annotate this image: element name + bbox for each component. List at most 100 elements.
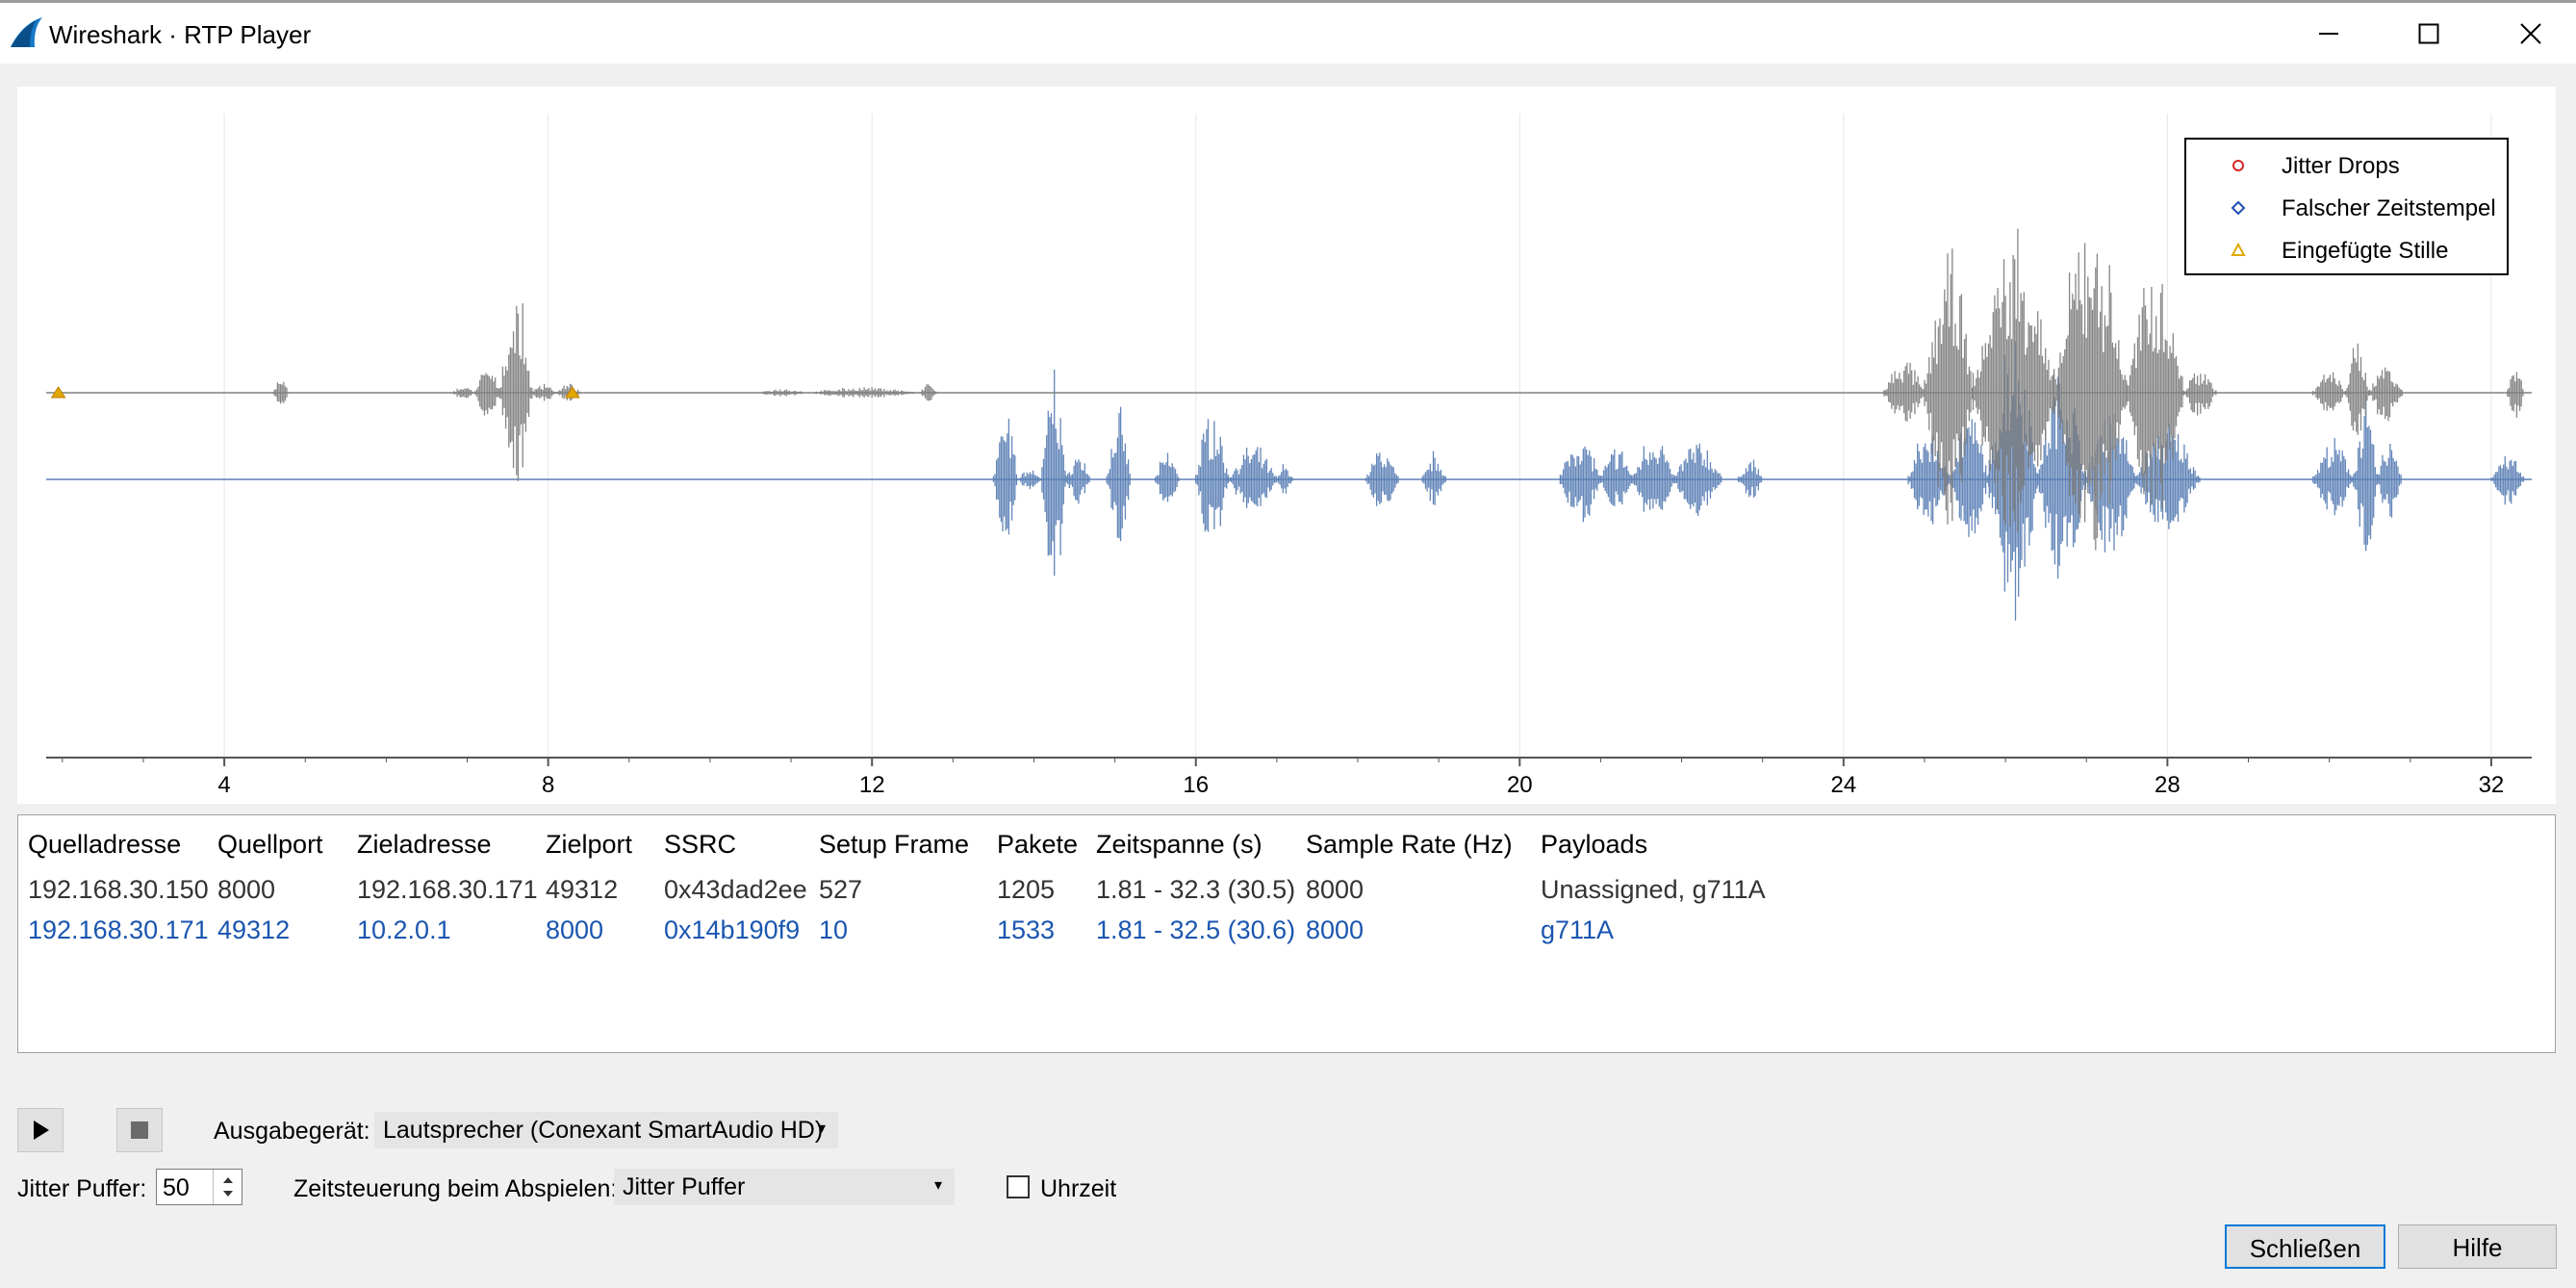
waveform-burst xyxy=(2507,372,2524,418)
table-cell: g711A xyxy=(1541,915,1615,944)
table-cell: 1.81 - 32.3 (30.5) xyxy=(1096,875,1296,904)
table-cell: 1.81 - 32.5 (30.6) xyxy=(1096,915,1296,944)
diamond-marker-icon xyxy=(2231,200,2246,216)
help-button[interactable]: Hilfe xyxy=(2398,1224,2557,1269)
maximize-icon xyxy=(2418,23,2439,44)
waveform-burst xyxy=(1227,447,1277,508)
chevron-down-icon: ▾ xyxy=(933,1177,942,1194)
wireshark-fin-icon xyxy=(11,17,42,47)
legend-label: Jitter Drops xyxy=(2282,153,2400,179)
output-device-label: Ausgabegerät: xyxy=(214,1118,370,1145)
table-cell: 192.168.30.171 xyxy=(28,915,209,944)
table-cell: 0x43dad2ee xyxy=(664,875,807,904)
waveform-plot[interactable]: 4 8 12 16 20 24 28 32 xyxy=(17,87,2556,804)
table-cell: 8000 xyxy=(217,875,276,904)
playback-timing-label: Zeitsteuerung beim Abspielen: xyxy=(293,1175,618,1202)
playback-timing-select[interactable]: Jitter Puffer ▾ xyxy=(614,1169,955,1205)
spin-arrows-icon xyxy=(223,1177,233,1197)
plot-legend: Jitter Drops Falscher Zeitstempel Eingef… xyxy=(2184,138,2509,275)
legend-item-wrong-timestamp: Falscher Zeitstempel xyxy=(2186,189,2509,227)
legend-label: Eingefügte Stille xyxy=(2282,238,2449,264)
waveform-burst xyxy=(1421,451,1446,505)
table-cell: Unassigned, g711A xyxy=(1541,875,1766,904)
legend-item-inserted-silence: Eingefügte Stille xyxy=(2186,231,2509,270)
x-tick-label: 4 xyxy=(217,772,230,798)
minimize-icon xyxy=(2319,33,2338,35)
table-cell: 8000 xyxy=(1306,875,1365,904)
column-header[interactable]: Quelladresse xyxy=(28,830,181,860)
jitter-buffer-label: Jitter Puffer: xyxy=(17,1175,147,1202)
spin-arrows[interactable] xyxy=(213,1170,242,1204)
x-tick-label: 16 xyxy=(1183,772,1209,798)
x-tick-label: 32 xyxy=(2479,772,2505,798)
table-cell: 49312 xyxy=(546,875,619,904)
playback-timing-value: Jitter Puffer xyxy=(623,1173,746,1200)
column-header[interactable]: Quellport xyxy=(217,830,323,860)
table-cell: 49312 xyxy=(217,915,291,944)
x-tick-label: 28 xyxy=(2155,772,2181,798)
waveform-burst xyxy=(1155,452,1180,502)
column-header[interactable]: Zieladresse xyxy=(357,830,492,860)
waveform-burst xyxy=(2344,343,2370,435)
waveform-burst xyxy=(1195,419,1229,532)
column-header[interactable]: Sample Rate (Hz) xyxy=(1306,830,1513,860)
x-tick-label: 8 xyxy=(542,772,554,798)
column-header[interactable]: Setup Frame xyxy=(819,830,969,860)
waveform-burst xyxy=(2182,373,2217,416)
x-tick-label: 20 xyxy=(1507,772,1533,798)
output-device-select[interactable]: Lautsprecher (Conexant SmartAudio HD) ▾ xyxy=(374,1112,838,1148)
waveform-burst xyxy=(1106,406,1131,542)
column-header[interactable]: Zielport xyxy=(546,830,632,860)
column-header[interactable]: Payloads xyxy=(1541,830,1647,860)
jitter-buffer-spinbox[interactable]: 50 xyxy=(156,1169,242,1205)
circle-marker-icon xyxy=(2232,160,2244,171)
triangle-marker-icon xyxy=(2231,242,2246,256)
table-cell: 10 xyxy=(819,915,849,944)
table-cell: 8000 xyxy=(546,915,604,944)
chevron-down-icon: ▾ xyxy=(817,1121,826,1137)
output-device-value: Lautsprecher (Conexant SmartAudio HD) xyxy=(383,1117,824,1144)
waveform-burst xyxy=(992,418,1018,535)
table-cell: 1533 xyxy=(997,915,1056,944)
waveform-svg[interactable]: 4 8 12 16 20 24 28 32 xyxy=(17,87,2556,804)
column-header[interactable]: Zeitspanne (s) xyxy=(1096,830,1262,860)
stop-icon xyxy=(131,1121,148,1139)
waveform-burst xyxy=(474,373,499,416)
minimize-button[interactable] xyxy=(2300,13,2358,55)
waveform-burst xyxy=(1041,370,1066,577)
stop-button[interactable] xyxy=(116,1108,163,1152)
waveform-burst xyxy=(2353,394,2378,552)
waveform-burst xyxy=(1907,435,1950,525)
waveform-burst xyxy=(2369,367,2403,422)
x-tick-label: 12 xyxy=(859,772,885,798)
table-cell: 0x14b190f9 xyxy=(664,915,801,944)
waveform-burst xyxy=(1559,447,1601,523)
close-button[interactable]: Schließen xyxy=(2225,1224,2385,1269)
table-cell: 1205 xyxy=(997,875,1056,904)
column-header[interactable]: SSRC xyxy=(664,830,736,860)
x-tick-label: 24 xyxy=(1830,772,1856,798)
stream-table[interactable]: Quelladresse Quellport Zieladresse Zielp… xyxy=(17,814,2556,1053)
table-cell: 8000 xyxy=(1306,915,1365,944)
title-bar: Wireshark · RTP Player xyxy=(0,0,2576,64)
close-window-button[interactable] xyxy=(2502,13,2560,55)
waveform-burst xyxy=(2490,455,2525,505)
legend-item-jitter-drops: Jitter Drops xyxy=(2186,146,2509,185)
waveform-burst xyxy=(1632,446,1674,512)
play-button[interactable] xyxy=(17,1108,64,1152)
table-cell: 192.168.30.150 xyxy=(28,875,209,904)
clock-time-checkbox[interactable] xyxy=(1007,1175,1030,1198)
close-icon xyxy=(2520,23,2541,44)
legend-label: Falscher Zeitstempel xyxy=(2282,195,2496,221)
clock-time-label[interactable]: Uhrzeit xyxy=(1040,1175,1116,1203)
play-icon xyxy=(34,1121,49,1140)
waveform-burst xyxy=(1737,459,1763,498)
waveform-burst xyxy=(2312,372,2347,411)
waveform-burst xyxy=(1065,459,1090,504)
jitter-buffer-value: 50 xyxy=(163,1174,190,1201)
column-header[interactable]: Pakete xyxy=(997,830,1078,860)
waveform-burst xyxy=(1599,449,1634,506)
window-title: Wireshark · RTP Player xyxy=(49,20,312,49)
waveform-burst xyxy=(2377,444,2402,518)
maximize-button[interactable] xyxy=(2400,13,2458,55)
